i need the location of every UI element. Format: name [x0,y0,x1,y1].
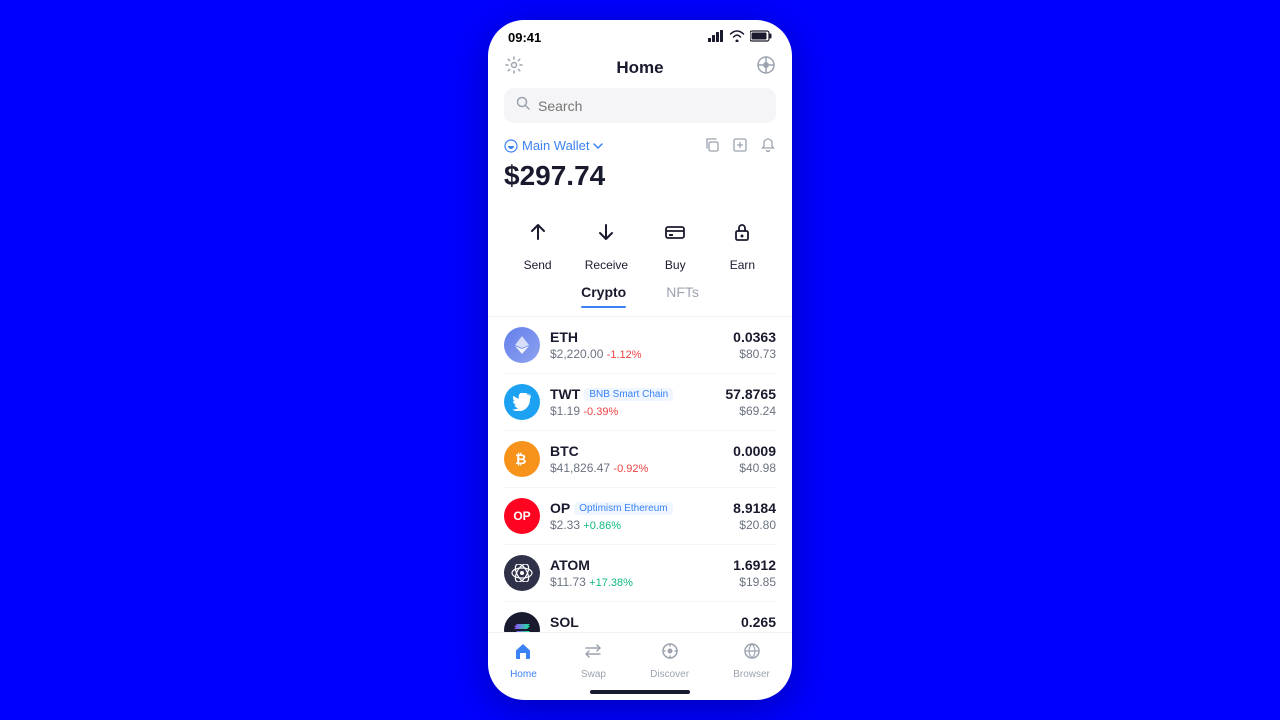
home-bar [590,690,690,694]
settings-button[interactable] [504,55,524,80]
send-button[interactable]: Send [518,212,558,272]
app-header: Home [488,51,792,88]
nav-swap[interactable]: Swap [581,641,606,680]
atom-logo [504,555,540,591]
action-buttons: Send Receive Buy [488,204,792,284]
browser-icon [742,641,762,666]
wallet-section: Main Wallet [488,133,792,204]
battery-icon [750,30,772,45]
send-icon [518,212,558,252]
buy-button[interactable]: Buy [655,212,695,272]
wallet-balance: $297.74 [504,160,776,192]
tab-crypto[interactable]: Crypto [581,284,626,308]
wallet-action-icons [704,137,776,158]
discover-icon [660,641,680,666]
list-item[interactable]: ATOM $11.73 +17.38% 1.6912 $19.85 [504,545,776,602]
search-bar[interactable] [504,88,776,123]
search-icon [516,96,530,115]
btc-info: BTC $41,826.47 -0.92% [550,443,723,475]
content-tabs: Crypto NFTs [488,284,792,317]
list-item[interactable]: TWT BNB Smart Chain $1.19 -0.39% 57.8765… [504,374,776,431]
search-input[interactable] [538,98,764,114]
status-bar: 09:41 [488,20,792,51]
list-item[interactable]: SOL $70.83 +2.42% 0.265 $18.77 [504,602,776,632]
svg-text:₿: ₿ [515,451,526,467]
btc-logo: ₿ [504,441,540,477]
nav-discover-label: Discover [650,669,689,680]
nav-home[interactable]: Home [510,641,537,680]
list-item[interactable]: ₿ BTC $41,826.47 -0.92% 0.0009 $40.98 [504,431,776,488]
copy-button[interactable] [704,137,720,158]
nav-browser[interactable]: Browser [733,641,770,680]
earn-icon [722,212,762,252]
twt-value: 57.8765 $69.24 [725,386,776,418]
eth-info: ETH $2,220.00 -1.12% [550,329,723,361]
swap-icon [583,641,603,666]
twt-logo [504,384,540,420]
eth-value: 0.0363 $80.73 [733,329,776,361]
sol-info: SOL $70.83 +2.42% [550,614,729,632]
status-icons [708,30,772,45]
tab-nfts[interactable]: NFTs [666,284,699,308]
home-icon [513,641,533,666]
crypto-list: ETH $2,220.00 -1.12% 0.0363 $80.73 [488,317,792,632]
sol-value: 0.265 $18.77 [739,614,776,632]
eth-logo [504,327,540,363]
receive-icon [586,212,626,252]
sol-logo [504,612,540,632]
nav-swap-label: Swap [581,669,606,680]
expand-button[interactable] [732,137,748,158]
status-time: 09:41 [508,30,541,45]
nav-browser-label: Browser [733,669,770,680]
btc-value: 0.0009 $40.98 [733,443,776,475]
list-item[interactable]: ETH $2,220.00 -1.12% 0.0363 $80.73 [504,317,776,374]
signal-icon [708,30,724,45]
receive-button[interactable]: Receive [585,212,628,272]
page-title: Home [616,58,663,78]
atom-info: ATOM $11.73 +17.38% [550,557,723,589]
op-logo: OP [504,498,540,534]
op-value: 8.9184 $20.80 [733,500,776,532]
phone-frame: 09:41 [488,20,792,700]
wallet-label[interactable]: Main Wallet [504,138,603,153]
op-info: OP Optimism Ethereum $2.33 +0.86% [550,500,723,532]
wifi-icon [729,30,745,45]
twt-info: TWT BNB Smart Chain $1.19 -0.39% [550,386,715,418]
wallet-header: Main Wallet [504,137,776,158]
nav-discover[interactable]: Discover [650,641,689,680]
wallet-connect-button[interactable] [756,55,776,80]
bell-button[interactable] [760,137,776,158]
atom-value: 1.6912 $19.85 [733,557,776,589]
home-indicator [488,684,792,700]
nav-home-label: Home [510,669,537,680]
earn-button[interactable]: Earn [722,212,762,272]
bottom-nav: Home Swap Discover [488,632,792,684]
buy-icon [655,212,695,252]
list-item[interactable]: OP OP Optimism Ethereum $2.33 +0.86% 8.9… [504,488,776,545]
